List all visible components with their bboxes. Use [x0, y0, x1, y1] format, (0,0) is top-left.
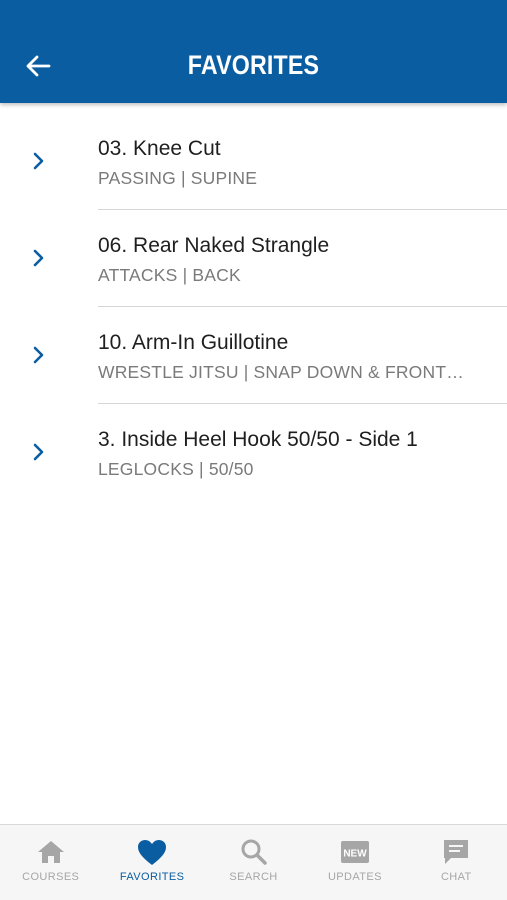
list-item-title: 10. Arm-In Guillotine — [98, 331, 289, 354]
tab-chat[interactable]: CHAT — [406, 825, 507, 900]
top-bar: FAVORITES — [0, 0, 507, 103]
list-item-title: 06. Rear Naked Strangle — [98, 234, 330, 257]
chevron-right-icon — [33, 152, 44, 170]
list-item-subtitle: WRESTLE JITSU | SNAP DOWN & FRONT… — [98, 362, 464, 382]
list-item[interactable]: 03. Knee Cut PASSING | SUPINE — [0, 113, 507, 210]
new-badge-text: NEW — [343, 849, 367, 860]
tab-favorites[interactable]: FAVORITES — [101, 825, 202, 900]
favorites-list: 03. Knee Cut PASSING | SUPINE 06. Rear N… — [0, 113, 507, 501]
tab-search[interactable]: SEARCH — [203, 825, 304, 900]
page-title: FAVORITES — [187, 50, 320, 80]
tab-label: COURSES — [22, 871, 80, 883]
bottom-tab-bar: COURSES FAVORITES SEARCH NEW UPDATES CHA… — [0, 824, 507, 900]
chat-icon — [444, 840, 469, 864]
new-badge-icon: NEW — [340, 841, 369, 863]
chevron-right-icon — [33, 443, 44, 461]
list-item[interactable]: 06. Rear Naked Strangle ATTACKS | BACK — [0, 210, 507, 307]
list-item[interactable]: 10. Arm-In Guillotine WRESTLE JITSU | SN… — [0, 307, 507, 404]
list-item-title: 03. Knee Cut — [98, 137, 221, 160]
heart-icon — [138, 839, 167, 865]
tab-label: SEARCH — [229, 871, 278, 883]
list-item-title: 3. Inside Heel Hook 50/50 - Side 1 — [98, 428, 418, 451]
list-item-subtitle: ATTACKS | BACK — [98, 265, 241, 285]
list-item[interactable]: 3. Inside Heel Hook 50/50 - Side 1 LEGLO… — [0, 404, 507, 501]
tab-courses[interactable]: COURSES — [0, 825, 101, 900]
list-item-subtitle: LEGLOCKS | 50/50 — [98, 459, 254, 479]
chevron-right-icon — [33, 249, 44, 267]
home-icon — [37, 841, 64, 863]
search-icon — [241, 839, 267, 865]
list-item-subtitle: PASSING | SUPINE — [98, 168, 258, 188]
chevron-right-icon — [33, 346, 44, 364]
tab-label: CHAT — [440, 871, 472, 883]
tab-label: UPDATES — [327, 871, 382, 883]
tab-updates[interactable]: NEW UPDATES — [304, 825, 405, 900]
tab-label: FAVORITES — [119, 871, 185, 883]
